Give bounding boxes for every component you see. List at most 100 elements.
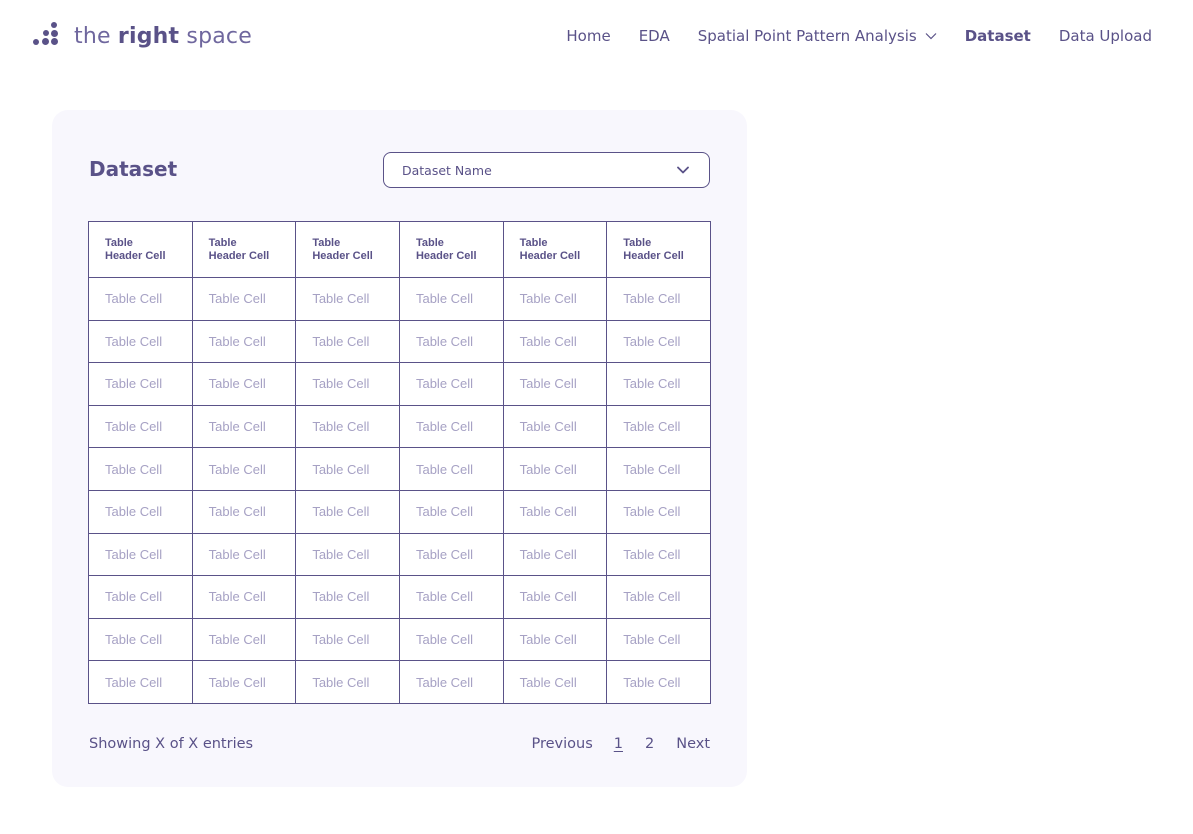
brand-logo[interactable]: the right space (32, 21, 252, 51)
dots-logo-icon (32, 21, 60, 51)
chevron-down-icon (925, 33, 937, 40)
header-text-line: Table (312, 236, 341, 249)
header-text-line: Header Cell (208, 249, 270, 262)
table-row[interactable]: Table Cell Table Cell Table Cell Table Cell… (88, 617, 711, 662)
dataset-select[interactable]: Dataset Name (383, 152, 710, 188)
table-cell: Table Cell (191, 277, 297, 321)
table-cell: Table Cell (295, 532, 400, 577)
table-row[interactable]: Table Cell Table Cell Table Cell Table Cell… (88, 319, 711, 364)
table-cell: Table Cell (606, 362, 711, 406)
table-cell: Table Cell (295, 660, 400, 704)
page-2-button[interactable]: 2 (645, 736, 654, 752)
table-cell: Table Cell (191, 447, 297, 491)
table-cell: Table Cell (502, 575, 608, 619)
table-cell: Table Cell (398, 532, 504, 577)
table-cell: Table Cell (88, 575, 193, 619)
dataset-card: Dataset Dataset Name Table Header Cell Tab… (52, 110, 747, 787)
table-cell: Table Cell (502, 660, 608, 704)
table-cell: Table Cell (398, 660, 504, 704)
table-row[interactable]: Table Cell Table Cell Table Cell Table Cell… (88, 532, 711, 577)
page-1-button[interactable]: 1 (614, 736, 623, 752)
header-text-line: Table (623, 236, 652, 249)
page-title: Dataset (89, 157, 178, 181)
table-cell: Table Cell (502, 532, 608, 577)
table-cell: Table Cell (398, 404, 504, 449)
nav-item-label: EDA (638, 27, 670, 45)
next-page-button[interactable]: Next (676, 736, 710, 752)
table-cell: Table Cell (502, 447, 608, 491)
table-cell: Table Cell (398, 575, 504, 619)
table-cell: Table Cell (502, 277, 608, 321)
table-cell: Table Cell (88, 532, 193, 577)
dataset-table: Table Header Cell Table Header Cell Table Hea… (88, 221, 711, 704)
table-cell: Table Cell (398, 617, 504, 662)
nav-item-label: Home (566, 27, 611, 45)
table-header-cell: Table Header Cell (295, 221, 400, 278)
header-text-line: Header Cell (415, 249, 477, 262)
table-cell: Table Cell (191, 575, 297, 619)
header-text-line: Header Cell (519, 249, 581, 262)
top-nav: Home EDA Spatial Point Pattern Analysis … (566, 25, 1152, 47)
entries-info: Showing X of X entries (89, 736, 254, 752)
header-text-line: Header Cell (623, 249, 684, 262)
header-text-line: Table (519, 236, 548, 249)
table-cell: Table Cell (606, 575, 711, 619)
table-cell: Table Cell (295, 617, 400, 662)
table-cell: Table Cell (191, 617, 297, 662)
table-row[interactable]: Table Cell Table Cell Table Cell Table Cell… (88, 277, 711, 321)
table-cell: Table Cell (191, 362, 297, 406)
table-cell: Table Cell (191, 404, 297, 449)
nav-item-label: Data Upload (1058, 27, 1152, 45)
nav-item-label: Dataset (964, 27, 1031, 45)
page: the right space Home EDA Spatial Point P… (0, 0, 1193, 834)
table-header-cell: Table Header Cell (606, 221, 711, 278)
table-cell: Table Cell (88, 489, 193, 534)
nav-item-spatial-point-pattern-analysis[interactable]: Spatial Point Pattern Analysis (698, 27, 937, 45)
nav-item-eda[interactable]: EDA (639, 27, 670, 45)
table-cell: Table Cell (88, 319, 193, 364)
table-cell: Table Cell (88, 447, 193, 491)
pagination: Previous 1 2 Next (531, 736, 710, 752)
header-text-line: Header Cell (105, 249, 166, 262)
table-header-cell: Table Header Cell (88, 221, 193, 278)
table-cell: Table Cell (502, 617, 608, 662)
header-text-line: Header Cell (312, 249, 373, 262)
table-cell: Table Cell (295, 447, 400, 491)
table-cell: Table Cell (88, 277, 193, 321)
nav-item-data-upload[interactable]: Data Upload (1059, 27, 1152, 45)
table-row[interactable]: Table Cell Table Cell Table Cell Table Cell… (88, 660, 711, 704)
brand-name: the right space (74, 23, 252, 49)
table-cell: Table Cell (295, 489, 400, 534)
table-cell: Table Cell (606, 532, 711, 577)
table-cell: Table Cell (398, 319, 504, 364)
table-cell: Table Cell (606, 617, 711, 662)
table-cell: Table Cell (606, 447, 711, 491)
table-cell: Table Cell (295, 277, 400, 321)
table-cell: Table Cell (606, 660, 711, 704)
table-cell: Table Cell (502, 319, 608, 364)
table-cell: Table Cell (88, 404, 193, 449)
table-cell: Table Cell (191, 489, 297, 534)
table-row[interactable]: Table Cell Table Cell Table Cell Table Cell… (88, 575, 711, 619)
table-cell: Table Cell (191, 319, 297, 364)
table-header-cell: Table Header Cell (398, 221, 504, 278)
table-cell: Table Cell (606, 277, 711, 321)
table-row[interactable]: Table Cell Table Cell Table Cell Table Cell… (88, 447, 711, 491)
table-row[interactable]: Table Cell Table Cell Table Cell Table Cell… (88, 489, 711, 534)
table-row[interactable]: Table Cell Table Cell Table Cell Table Cell… (88, 362, 711, 406)
table-cell: Table Cell (606, 489, 711, 534)
dataset-select-value: Dataset Name (402, 162, 492, 178)
table-cell: Table Cell (398, 362, 504, 406)
table-cell: Table Cell (88, 617, 193, 662)
nav-item-home[interactable]: Home (566, 27, 610, 45)
table-cell: Table Cell (191, 660, 297, 704)
table-cell: Table Cell (191, 532, 297, 577)
table-header-row: Table Header Cell Table Header Cell Table Hea… (88, 221, 711, 278)
table-row[interactable]: Table Cell Table Cell Table Cell Table Cell… (88, 404, 711, 449)
nav-item-label: Spatial Point Pattern Analysis (697, 27, 917, 45)
table-cell: Table Cell (295, 575, 400, 619)
previous-page-button[interactable]: Previous (531, 736, 592, 752)
table-cell: Table Cell (606, 319, 711, 364)
table-cell: Table Cell (295, 362, 400, 406)
nav-item-dataset[interactable]: Dataset (965, 27, 1031, 45)
